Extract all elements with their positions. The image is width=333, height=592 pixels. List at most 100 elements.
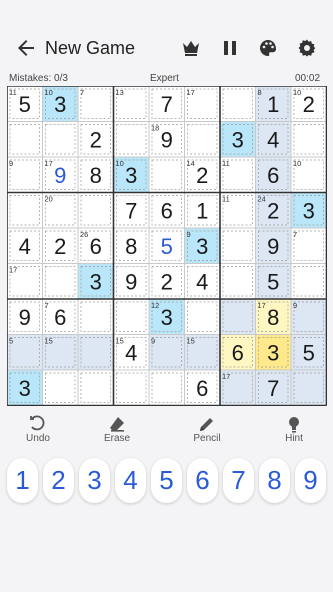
sudoku-cell[interactable] xyxy=(220,228,256,264)
sudoku-cell[interactable] xyxy=(43,264,79,300)
sudoku-cell[interactable] xyxy=(114,370,150,406)
sudoku-cell[interactable] xyxy=(7,157,43,193)
difficulty-label: Expert xyxy=(150,73,179,84)
erase-button[interactable]: Erase xyxy=(92,413,142,449)
cell-digit: 2 xyxy=(161,269,173,294)
pencil-button[interactable]: Pencil xyxy=(182,413,232,449)
sudoku-cell[interactable] xyxy=(78,370,114,406)
sudoku-cell[interactable] xyxy=(291,157,327,193)
sudoku-cell[interactable] xyxy=(185,335,221,371)
number-button-2[interactable]: 2 xyxy=(43,458,74,503)
sudoku-cell[interactable] xyxy=(220,299,256,335)
settings-gear-icon[interactable] xyxy=(297,38,317,58)
sudoku-cell[interactable] xyxy=(291,122,327,158)
sudoku-cell[interactable] xyxy=(78,299,114,335)
cell-digit: 9 xyxy=(54,163,66,188)
cell-digit: 3 xyxy=(161,305,173,330)
sudoku-cell[interactable] xyxy=(185,86,221,122)
cell-digit: 2 xyxy=(196,163,208,188)
eraser-icon xyxy=(92,415,142,433)
top-bar: New Game xyxy=(0,0,333,70)
sudoku-cell[interactable] xyxy=(78,86,114,122)
cell-digit: 9 xyxy=(161,127,173,152)
sudoku-cell[interactable] xyxy=(43,122,79,158)
cell-digit: 6 xyxy=(90,234,102,259)
mistakes-counter: Mistakes: 0/3 xyxy=(9,73,68,84)
sudoku-cell[interactable] xyxy=(78,335,114,371)
number-button-3[interactable]: 3 xyxy=(79,458,110,503)
cell-digit: 3 xyxy=(267,340,279,365)
sudoku-cell[interactable] xyxy=(220,370,256,406)
cell-digit: 7 xyxy=(125,198,137,223)
sudoku-cell[interactable] xyxy=(291,228,327,264)
cell-digit: 5 xyxy=(267,269,279,294)
sudoku-cell[interactable] xyxy=(114,86,150,122)
erase-label: Erase xyxy=(103,433,131,444)
cell-digit: 1 xyxy=(196,198,208,223)
sudoku-cell[interactable] xyxy=(149,370,185,406)
cell-digit: 6 xyxy=(267,163,279,188)
sudoku-cell[interactable] xyxy=(43,335,79,371)
bulb-icon xyxy=(269,415,319,433)
back-arrow-icon[interactable] xyxy=(14,36,40,62)
cell-digit: 3 xyxy=(54,92,66,117)
cell-digit: 7 xyxy=(161,92,173,117)
pencil-label: Pencil xyxy=(193,433,221,444)
sudoku-cell[interactable] xyxy=(220,264,256,300)
sudoku-cell[interactable] xyxy=(149,335,185,371)
cell-digit: 5 xyxy=(303,340,315,365)
sudoku-cell[interactable] xyxy=(291,370,327,406)
cell-digit: 1 xyxy=(267,92,279,117)
number-button-7[interactable]: 7 xyxy=(223,458,254,503)
sudoku-cell[interactable] xyxy=(220,157,256,193)
number-button-5[interactable]: 5 xyxy=(151,458,182,503)
hint-button[interactable]: Hint xyxy=(269,413,319,449)
sudoku-cell[interactable] xyxy=(114,122,150,158)
cell-digit: 6 xyxy=(196,376,208,401)
hint-label: Hint xyxy=(285,433,303,444)
cell-digit: 6 xyxy=(161,198,173,223)
cell-digit: 3 xyxy=(303,198,315,223)
number-button-9[interactable]: 9 xyxy=(295,458,326,503)
cell-digit: 4 xyxy=(267,127,279,152)
pause-icon[interactable] xyxy=(220,38,240,58)
palette-icon[interactable] xyxy=(258,38,278,58)
cell-digit: 2 xyxy=(303,92,315,117)
cell-digit: 2 xyxy=(54,234,66,259)
number-button-4[interactable]: 4 xyxy=(115,458,146,503)
sudoku-cell[interactable] xyxy=(7,335,43,371)
sudoku-cell[interactable] xyxy=(7,122,43,158)
sudoku-cell[interactable] xyxy=(78,193,114,229)
sudoku-cell[interactable] xyxy=(43,193,79,229)
sudoku-cell[interactable] xyxy=(7,264,43,300)
cell-digit: 3 xyxy=(125,163,137,188)
cell-digit: 2 xyxy=(90,127,102,152)
crown-icon[interactable] xyxy=(181,38,201,58)
sudoku-cell[interactable] xyxy=(220,193,256,229)
number-button-1[interactable]: 1 xyxy=(7,458,38,503)
cell-digit: 6 xyxy=(54,305,66,330)
cell-digit: 3 xyxy=(19,376,31,401)
sudoku-cell[interactable] xyxy=(291,299,327,335)
cell-digit: 3 xyxy=(232,127,244,152)
sudoku-cell[interactable] xyxy=(291,264,327,300)
cell-digit: 3 xyxy=(90,269,102,294)
cell-digit: 9 xyxy=(267,234,279,259)
cell-digit: 8 xyxy=(90,163,102,188)
sudoku-cell[interactable] xyxy=(114,299,150,335)
sudoku-cell[interactable] xyxy=(149,157,185,193)
cell-digit: 6 xyxy=(232,340,244,365)
undo-icon xyxy=(13,415,63,433)
sudoku-cell[interactable] xyxy=(43,370,79,406)
cell-digit: 5 xyxy=(161,234,173,259)
undo-button[interactable]: Undo xyxy=(13,413,63,449)
number-button-8[interactable]: 8 xyxy=(259,458,290,503)
cell-digit: 9 xyxy=(19,305,31,330)
number-button-6[interactable]: 6 xyxy=(187,458,218,503)
sudoku-cell[interactable] xyxy=(185,122,221,158)
sudoku-cell[interactable] xyxy=(185,299,221,335)
sudoku-cell[interactable] xyxy=(220,86,256,122)
cell-digit: 8 xyxy=(267,305,279,330)
sudoku-cell[interactable] xyxy=(7,193,43,229)
cell-digit: 8 xyxy=(125,234,137,259)
